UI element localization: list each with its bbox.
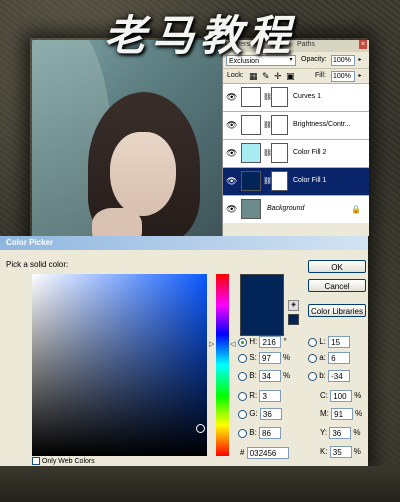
layer-row[interactable]: 👁 ⛓ Color Fill 2 (223, 139, 369, 167)
blue-input[interactable]: 86 (259, 427, 282, 439)
color-field[interactable] (32, 274, 207, 456)
bottom-texture (0, 466, 400, 502)
layer-thumbnail (241, 143, 261, 163)
cyan-field[interactable]: C: 100% (320, 390, 361, 402)
yellow-field[interactable]: Y: 36% (320, 427, 360, 439)
layer-thumbnail (241, 199, 261, 219)
layer-list: 👁 ⛓ Curves 1 👁 ⛓ Brightness/Contr... 👁 ⛓ Color F… (223, 83, 369, 223)
eye-icon[interactable]: 👁 (226, 120, 237, 131)
layer-name: Background (267, 205, 305, 212)
layer-mask-thumbnail (271, 171, 288, 191)
brightness-input[interactable]: 34 (259, 370, 282, 382)
eye-icon[interactable]: 👁 (226, 92, 237, 103)
lock-options-icons[interactable]: ▦ ✎ ✛ ▣ (249, 71, 296, 82)
canvas-photo (32, 40, 222, 240)
red-field[interactable]: R: 3 (238, 390, 282, 402)
layer-thumbnail (241, 87, 261, 107)
b-channel-input[interactable]: -34 (328, 370, 351, 382)
brightness-field[interactable]: B: 34% (238, 370, 290, 382)
lock-icon: 🔒 (351, 205, 361, 214)
layer-thumbnail (241, 115, 261, 135)
yellow-input[interactable]: 36 (329, 427, 352, 439)
a-channel-radio[interactable] (308, 353, 317, 363)
red-input[interactable]: 3 (259, 390, 282, 402)
saturation-field[interactable]: S: 97% (238, 352, 290, 364)
a-channel-field[interactable]: a: 6 (308, 352, 351, 364)
hue-input[interactable]: 216 (259, 336, 282, 348)
hex-field[interactable]: # 032456 (240, 447, 289, 459)
hue-field[interactable]: H: 216 ° (238, 336, 287, 348)
black-input[interactable]: 35 (329, 446, 352, 458)
warning-cube-icon[interactable]: ◈ (288, 300, 299, 311)
web-colors-option[interactable]: Only Web Colors (32, 457, 95, 465)
layer-row[interactable]: 👁 ⛓ Brightness/Contr... (223, 111, 369, 139)
layer-mask-thumbnail (271, 115, 288, 135)
color-libraries-button[interactable]: Color Libraries (308, 304, 366, 317)
layer-thumbnail (241, 171, 261, 191)
black-field[interactable]: K: 35% (320, 446, 361, 458)
ok-button[interactable]: OK (308, 260, 366, 273)
eye-icon[interactable]: 👁 (226, 176, 237, 187)
eye-icon[interactable]: 👁 (226, 148, 237, 159)
hue-radio[interactable] (238, 337, 247, 347)
hue-slider-handle-right[interactable]: ◁ (230, 340, 235, 348)
saturation-radio[interactable] (238, 353, 247, 363)
current-color-swatch (240, 274, 284, 336)
blue-radio[interactable] (238, 428, 247, 438)
web-safe-swatch[interactable] (288, 314, 299, 325)
hue-slider[interactable] (216, 274, 229, 456)
layers-panel: Layers Paths × Exclusion ▾ Opacity: 100%… (222, 40, 369, 236)
layer-row[interactable]: 👁 ⛓ Curves 1 (223, 83, 369, 111)
blue-field[interactable]: B: 86 (238, 427, 282, 439)
layer-name: Brightness/Contr... (293, 121, 351, 128)
eye-icon[interactable]: 👁 (226, 204, 237, 215)
saturation-input[interactable]: 97 (259, 352, 282, 364)
lightness-field[interactable]: L: 15 (308, 336, 351, 348)
color-selector-ring[interactable] (196, 424, 205, 433)
layer-mask-thumbnail (271, 143, 288, 163)
dialog-title: Color Picker (0, 236, 368, 250)
green-field[interactable]: G: 36 (238, 408, 282, 420)
red-radio[interactable] (238, 391, 247, 401)
fill-input[interactable]: 100% (331, 71, 355, 82)
fill-arrow-icon[interactable]: ▸ (356, 71, 364, 82)
lightness-input[interactable]: 15 (328, 336, 351, 348)
cyan-input[interactable]: 100 (330, 390, 353, 402)
cancel-button[interactable]: Cancel (308, 279, 366, 292)
layer-name: Color Fill 2 (293, 149, 327, 156)
color-picker-dialog: Color Picker Pick a solid color: ▷ ◁ ◈ O… (0, 236, 368, 466)
b-channel-radio[interactable] (308, 371, 317, 381)
hex-input[interactable]: 032456 (246, 447, 289, 459)
b-channel-field[interactable]: b: -34 (308, 370, 351, 382)
green-radio[interactable] (238, 409, 247, 419)
hue-slider-handle[interactable]: ▷ (209, 340, 214, 348)
layer-name: Color Fill 1 (293, 177, 327, 184)
watermark-title: 老马教程 (103, 11, 296, 60)
web-colors-checkbox[interactable] (32, 457, 40, 465)
layer-mask-thumbnail (271, 87, 288, 107)
lightness-radio[interactable] (308, 337, 317, 347)
magenta-field[interactable]: M: 91% (320, 408, 362, 420)
layer-row[interactable]: 👁 Background 🔒 (223, 195, 369, 223)
layer-row[interactable]: 👁 ⛓ Color Fill 1 (223, 167, 369, 195)
fill-label: Fill: (315, 72, 326, 79)
a-channel-input[interactable]: 6 (328, 352, 351, 364)
lock-label: Lock: (227, 72, 244, 79)
green-input[interactable]: 36 (259, 408, 282, 420)
pick-prompt: Pick a solid color: (6, 260, 69, 269)
layer-name: Curves 1 (293, 93, 322, 100)
brightness-radio[interactable] (238, 371, 247, 381)
magenta-input[interactable]: 91 (331, 408, 354, 420)
